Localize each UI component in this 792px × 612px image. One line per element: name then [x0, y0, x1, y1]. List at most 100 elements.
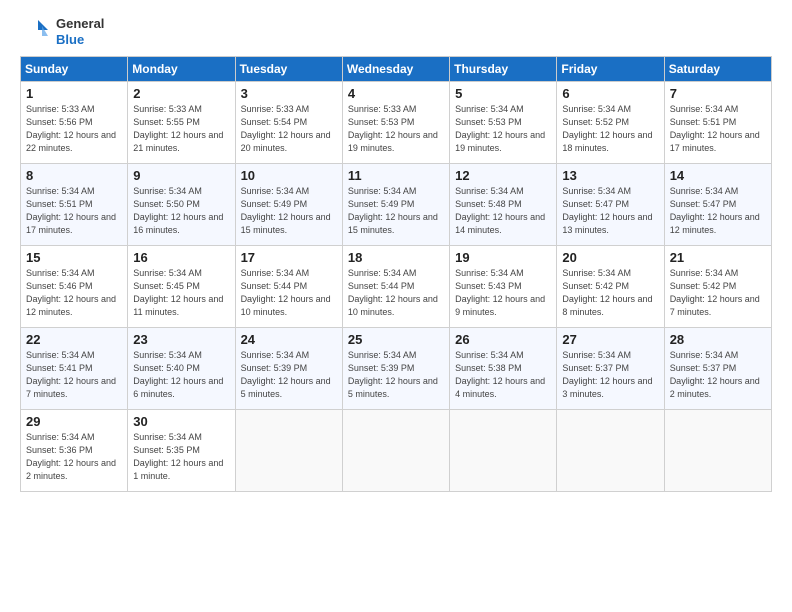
- day-info: Sunrise: 5:34 AMSunset: 5:48 PMDaylight:…: [455, 186, 545, 235]
- day-number: 3: [241, 86, 337, 101]
- calendar-cell: 14 Sunrise: 5:34 AMSunset: 5:47 PMDayligh…: [664, 164, 771, 246]
- day-header-thursday: Thursday: [450, 57, 557, 82]
- day-number: 24: [241, 332, 337, 347]
- calendar-week-4: 22 Sunrise: 5:34 AMSunset: 5:41 PMDayligh…: [21, 328, 772, 410]
- calendar-cell: 23 Sunrise: 5:34 AMSunset: 5:40 PMDayligh…: [128, 328, 235, 410]
- calendar-cell: 10 Sunrise: 5:34 AMSunset: 5:49 PMDayligh…: [235, 164, 342, 246]
- calendar-cell: 28 Sunrise: 5:34 AMSunset: 5:37 PMDayligh…: [664, 328, 771, 410]
- day-number: 18: [348, 250, 444, 265]
- calendar-cell: 16Sunrise: 5:34 AMSunset: 5:45 PMDayligh…: [128, 246, 235, 328]
- day-number: 9: [133, 168, 229, 183]
- day-info: Sunrise: 5:34 AMSunset: 5:49 PMDaylight:…: [348, 186, 438, 235]
- day-header-friday: Friday: [557, 57, 664, 82]
- day-info: Sunrise: 5:33 AMSunset: 5:56 PMDaylight:…: [26, 104, 116, 153]
- day-info: Sunrise: 5:34 AMSunset: 5:44 PMDaylight:…: [348, 268, 438, 317]
- calendar-cell: 4 Sunrise: 5:33 AMSunset: 5:53 PMDaylight…: [342, 82, 449, 164]
- day-number: 7: [670, 86, 766, 101]
- day-number: 5: [455, 86, 551, 101]
- logo: General Blue: [20, 16, 104, 48]
- day-header-monday: Monday: [128, 57, 235, 82]
- day-header-sunday: Sunday: [21, 57, 128, 82]
- calendar-cell: 24 Sunrise: 5:34 AMSunset: 5:39 PMDayligh…: [235, 328, 342, 410]
- day-number: 23: [133, 332, 229, 347]
- calendar-cell: [342, 410, 449, 492]
- day-info: Sunrise: 5:34 AMSunset: 5:44 PMDaylight:…: [241, 268, 331, 317]
- day-number: 10: [241, 168, 337, 183]
- calendar-cell: 17 Sunrise: 5:34 AMSunset: 5:44 PMDayligh…: [235, 246, 342, 328]
- day-info: Sunrise: 5:34 AMSunset: 5:41 PMDaylight:…: [26, 350, 116, 399]
- calendar-table: SundayMondayTuesdayWednesdayThursdayFrid…: [20, 56, 772, 492]
- logo-text: General Blue: [56, 16, 104, 47]
- day-info: Sunrise: 5:34 AMSunset: 5:47 PMDaylight:…: [562, 186, 652, 235]
- day-number: 28: [670, 332, 766, 347]
- day-info: Sunrise: 5:34 AMSunset: 5:43 PMDaylight:…: [455, 268, 545, 317]
- day-number: 20: [562, 250, 658, 265]
- calendar-cell: 26 Sunrise: 5:34 AMSunset: 5:38 PMDayligh…: [450, 328, 557, 410]
- calendar-cell: 27Sunrise: 5:34 AMSunset: 5:37 PMDayligh…: [557, 328, 664, 410]
- calendar-cell: 6Sunrise: 5:34 AMSunset: 5:52 PMDaylight…: [557, 82, 664, 164]
- day-info: Sunrise: 5:34 AMSunset: 5:51 PMDaylight:…: [26, 186, 116, 235]
- calendar-cell: 29Sunrise: 5:34 AMSunset: 5:36 PMDayligh…: [21, 410, 128, 492]
- day-number: 8: [26, 168, 122, 183]
- calendar-cell: [235, 410, 342, 492]
- calendar-cell: 21 Sunrise: 5:34 AMSunset: 5:42 PMDayligh…: [664, 246, 771, 328]
- calendar-cell: 25 Sunrise: 5:34 AMSunset: 5:39 PMDayligh…: [342, 328, 449, 410]
- day-number: 15: [26, 250, 122, 265]
- calendar-cell: 18 Sunrise: 5:34 AMSunset: 5:44 PMDayligh…: [342, 246, 449, 328]
- day-number: 16: [133, 250, 229, 265]
- day-info: Sunrise: 5:34 AMSunset: 5:42 PMDaylight:…: [562, 268, 652, 317]
- day-info: Sunrise: 5:34 AMSunset: 5:38 PMDaylight:…: [455, 350, 545, 399]
- day-number: 21: [670, 250, 766, 265]
- logo-container: General Blue: [20, 16, 104, 48]
- calendar-week-3: 15 Sunrise: 5:34 AMSunset: 5:46 PMDayligh…: [21, 246, 772, 328]
- day-header-saturday: Saturday: [664, 57, 771, 82]
- calendar-body: 1 Sunrise: 5:33 AMSunset: 5:56 PMDaylight…: [21, 82, 772, 492]
- logo-graphic: [20, 16, 52, 48]
- calendar-cell: 1 Sunrise: 5:33 AMSunset: 5:56 PMDaylight…: [21, 82, 128, 164]
- calendar-cell: [664, 410, 771, 492]
- calendar-week-5: 29Sunrise: 5:34 AMSunset: 5:36 PMDayligh…: [21, 410, 772, 492]
- day-info: Sunrise: 5:34 AMSunset: 5:49 PMDaylight:…: [241, 186, 331, 235]
- header: General Blue: [20, 16, 772, 48]
- calendar-cell: 30 Sunrise: 5:34 AMSunset: 5:35 PMDayligh…: [128, 410, 235, 492]
- day-number: 29: [26, 414, 122, 429]
- calendar-cell: 3Sunrise: 5:33 AMSunset: 5:54 PMDaylight…: [235, 82, 342, 164]
- day-number: 17: [241, 250, 337, 265]
- calendar-header-row: SundayMondayTuesdayWednesdayThursdayFrid…: [21, 57, 772, 82]
- day-info: Sunrise: 5:34 AMSunset: 5:40 PMDaylight:…: [133, 350, 223, 399]
- day-header-tuesday: Tuesday: [235, 57, 342, 82]
- day-number: 22: [26, 332, 122, 347]
- calendar-cell: [450, 410, 557, 492]
- day-number: 25: [348, 332, 444, 347]
- day-number: 13: [562, 168, 658, 183]
- day-info: Sunrise: 5:33 AMSunset: 5:53 PMDaylight:…: [348, 104, 438, 153]
- day-number: 1: [26, 86, 122, 101]
- day-number: 12: [455, 168, 551, 183]
- day-info: Sunrise: 5:34 AMSunset: 5:47 PMDaylight:…: [670, 186, 760, 235]
- calendar-week-1: 1 Sunrise: 5:33 AMSunset: 5:56 PMDaylight…: [21, 82, 772, 164]
- day-number: 4: [348, 86, 444, 101]
- calendar-cell: 8 Sunrise: 5:34 AMSunset: 5:51 PMDaylight…: [21, 164, 128, 246]
- day-info: Sunrise: 5:34 AMSunset: 5:37 PMDaylight:…: [670, 350, 760, 399]
- day-info: Sunrise: 5:34 AMSunset: 5:50 PMDaylight:…: [133, 186, 223, 235]
- day-number: 6: [562, 86, 658, 101]
- day-number: 2: [133, 86, 229, 101]
- calendar-cell: 22 Sunrise: 5:34 AMSunset: 5:41 PMDayligh…: [21, 328, 128, 410]
- day-number: 26: [455, 332, 551, 347]
- day-header-wednesday: Wednesday: [342, 57, 449, 82]
- day-info: Sunrise: 5:34 AMSunset: 5:39 PMDaylight:…: [348, 350, 438, 399]
- day-info: Sunrise: 5:34 AMSunset: 5:39 PMDaylight:…: [241, 350, 331, 399]
- calendar-cell: 13 Sunrise: 5:34 AMSunset: 5:47 PMDayligh…: [557, 164, 664, 246]
- day-number: 14: [670, 168, 766, 183]
- day-info: Sunrise: 5:34 AMSunset: 5:46 PMDaylight:…: [26, 268, 116, 317]
- day-info: Sunrise: 5:34 AMSunset: 5:42 PMDaylight:…: [670, 268, 760, 317]
- day-number: 30: [133, 414, 229, 429]
- day-info: Sunrise: 5:34 AMSunset: 5:51 PMDaylight:…: [670, 104, 760, 153]
- calendar-cell: 15 Sunrise: 5:34 AMSunset: 5:46 PMDayligh…: [21, 246, 128, 328]
- calendar-week-2: 8 Sunrise: 5:34 AMSunset: 5:51 PMDaylight…: [21, 164, 772, 246]
- calendar-cell: [557, 410, 664, 492]
- calendar-cell: 11Sunrise: 5:34 AMSunset: 5:49 PMDayligh…: [342, 164, 449, 246]
- day-info: Sunrise: 5:33 AMSunset: 5:55 PMDaylight:…: [133, 104, 223, 153]
- day-info: Sunrise: 5:34 AMSunset: 5:35 PMDaylight:…: [133, 432, 223, 481]
- day-info: Sunrise: 5:34 AMSunset: 5:53 PMDaylight:…: [455, 104, 545, 153]
